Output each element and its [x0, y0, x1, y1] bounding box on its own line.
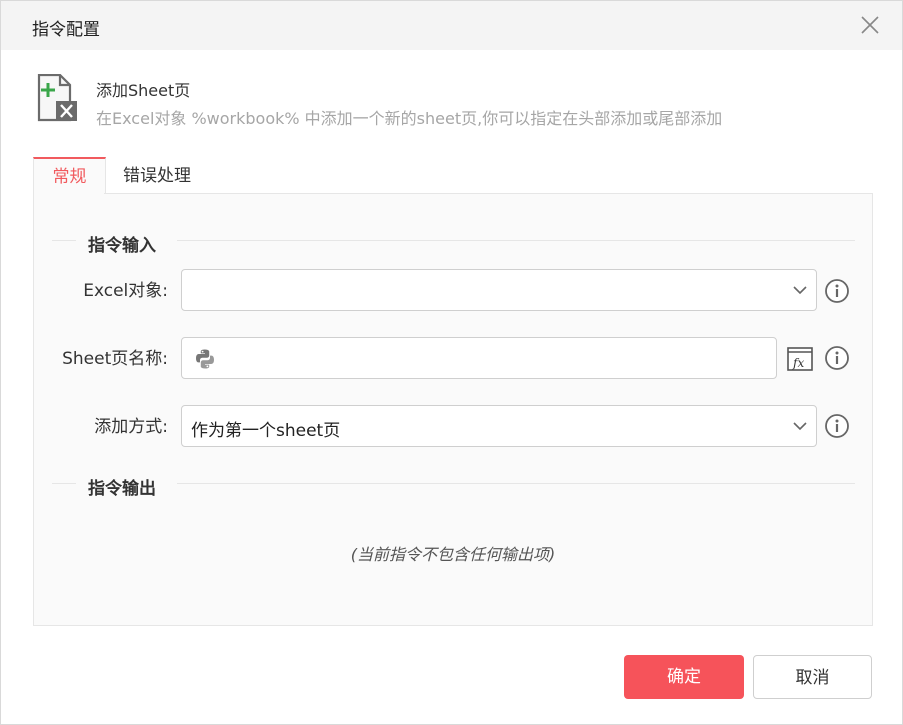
tab-joiner — [34, 192, 104, 194]
tab-panel-general: 指令输入 Excel对象: Sheet页名称: fx 添加方式: 作为第一个sh… — [33, 193, 873, 626]
info-icon[interactable] — [824, 345, 850, 371]
ok-button[interactable]: 确定 — [624, 655, 744, 699]
python-icon — [196, 349, 214, 369]
chevron-down-icon — [793, 286, 807, 295]
excel-object-label: Excel对象: — [83, 281, 168, 301]
command-config-dialog: 指令配置 添加Sheet页 在Excel对象 %workbook% 中添加一个新… — [0, 0, 903, 725]
no-output-message: (当前指令不包含任何输出项) — [350, 545, 556, 564]
chevron-down-icon — [793, 422, 807, 431]
divider — [52, 240, 76, 241]
divider — [52, 483, 76, 484]
cancel-button[interactable]: 取消 — [753, 655, 872, 699]
add-mode-select[interactable]: 作为第一个sheet页 — [181, 405, 817, 447]
output-section-title: 指令输出 — [88, 479, 156, 499]
sheet-name-input[interactable] — [181, 337, 777, 379]
excel-object-select[interactable] — [181, 269, 817, 311]
tab-error-handling[interactable]: 错误处理 — [105, 157, 209, 193]
excel-add-sheet-icon — [36, 73, 78, 122]
divider — [177, 240, 855, 241]
command-name: 添加Sheet页 — [96, 81, 191, 100]
fx-expression-icon[interactable]: fx — [786, 344, 816, 374]
command-description: 在Excel对象 %workbook% 中添加一个新的sheet页,你可以指定在… — [96, 109, 723, 128]
input-section-header: 指令输入 — [52, 232, 855, 256]
close-icon[interactable] — [859, 14, 881, 36]
divider — [177, 483, 855, 484]
input-section-title: 指令输入 — [88, 236, 156, 256]
tab-general[interactable]: 常规 — [33, 157, 106, 194]
add-mode-value: 作为第一个sheet页 — [191, 421, 341, 441]
dialog-titlebar: 指令配置 — [1, 1, 902, 50]
svg-text:fx: fx — [792, 356, 804, 370]
info-icon[interactable] — [824, 278, 850, 304]
add-mode-label: 添加方式: — [94, 417, 168, 437]
dialog-title: 指令配置 — [32, 20, 100, 40]
info-icon[interactable] — [824, 413, 850, 439]
output-section-header: 指令输出 — [52, 475, 855, 499]
sheet-name-label: Sheet页名称: — [62, 349, 168, 369]
